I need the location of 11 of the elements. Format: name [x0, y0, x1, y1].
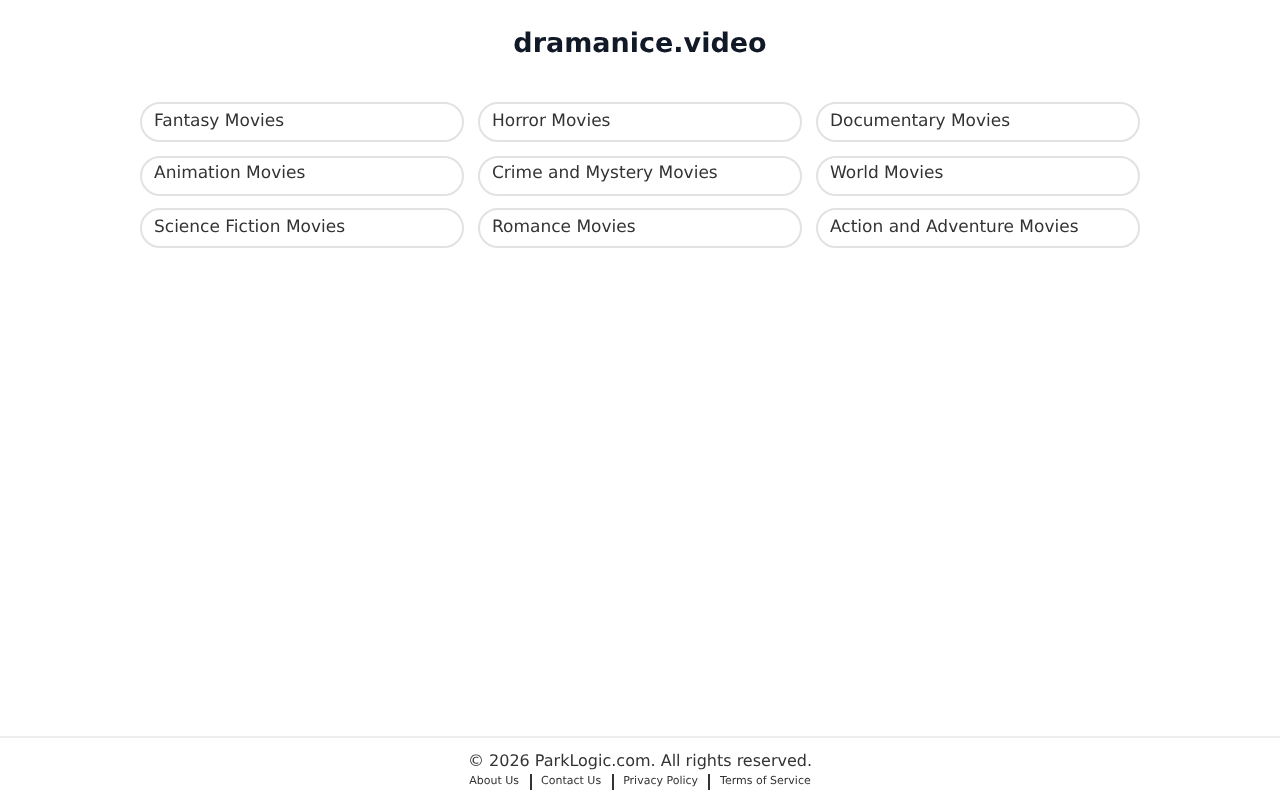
category-link[interactable]: Fantasy Movies	[140, 102, 464, 142]
copyright-text: © 2026 ParkLogic.com. All rights reserved.	[467, 752, 813, 772]
category-link[interactable]: Documentary Movies	[816, 102, 1140, 142]
category-link[interactable]: Crime and Mystery Movies	[478, 155, 802, 195]
site-title: dramanice.video	[513, 26, 767, 62]
category-link[interactable]: World Movies	[816, 155, 1140, 195]
category-link[interactable]: Action and Adventure Movies	[816, 208, 1140, 248]
category-link[interactable]: Animation Movies	[140, 155, 464, 195]
category-link[interactable]: Horror Movies	[478, 102, 802, 142]
category-link[interactable]: Science Fiction Movies	[140, 208, 464, 248]
category-link[interactable]: Romance Movies	[478, 208, 802, 248]
